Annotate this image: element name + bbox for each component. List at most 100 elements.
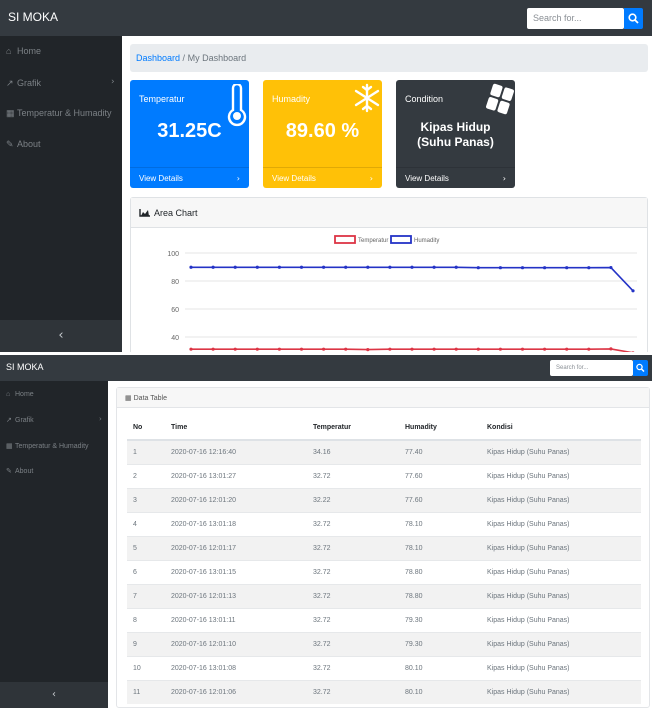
table-row: 11 2020-07-16 12:01:06 32.72 80.10 Kipas Hid… bbox=[127, 679, 641, 704]
column-header-no[interactable]: No bbox=[127, 416, 165, 441]
table-icon: ▦ bbox=[6, 108, 15, 118]
view-details-link[interactable]: View Details › bbox=[263, 167, 382, 188]
data-point bbox=[255, 347, 259, 351]
cell-kondisi: Kipas Hidup (Suhu Panas) bbox=[481, 559, 641, 584]
cell-humadity: 79.30 bbox=[399, 631, 481, 656]
sidebar-item-label: Temperatur & Humadity bbox=[17, 108, 112, 118]
chevron-right-icon: › bbox=[111, 77, 115, 87]
data-point bbox=[211, 265, 215, 269]
humidity-value: 89.60 % bbox=[285, 120, 360, 142]
sidebar-item-home[interactable]: ⌂ Home bbox=[6, 391, 34, 398]
cell-kondisi: Kipas Hidup (Suhu Panas) bbox=[481, 607, 641, 632]
data-point bbox=[344, 265, 348, 269]
table-row: 1 2020-07-16 12:16:40 34.16 77.40 Kipas Hidu… bbox=[127, 439, 641, 464]
data-point bbox=[388, 347, 392, 351]
data-point bbox=[498, 266, 502, 270]
cell-kondisi: Kipas Hidup (Suhu Panas) bbox=[481, 511, 641, 536]
y-tick-label: 60 bbox=[171, 307, 179, 314]
search-button[interactable] bbox=[624, 8, 643, 29]
search-icon bbox=[636, 363, 645, 373]
sidebar-item-grafik[interactable]: ↗ Grafik bbox=[6, 416, 34, 424]
view-details-link[interactable]: View Details › bbox=[130, 167, 249, 188]
column-header-time[interactable]: Time bbox=[165, 416, 307, 441]
cell-kondisi: Kipas Hidup (Suhu Panas) bbox=[481, 487, 641, 512]
data-point bbox=[432, 265, 436, 269]
cell-time: 2020-07-16 13:01:27 bbox=[165, 463, 307, 488]
sidebar-toggle-button[interactable]: ‹ bbox=[0, 682, 108, 708]
sidebar-item-temperatur-humadity[interactable]: ▦ Temperatur & Humadity bbox=[6, 108, 112, 119]
y-tick-label: 40 bbox=[171, 335, 179, 342]
legend-label: Humadity bbox=[414, 238, 439, 244]
data-point bbox=[366, 348, 370, 352]
sidebar: ⌂ Home ↗ Grafik › ▦ Temperatur & Humadity ✎… bbox=[0, 36, 122, 352]
cell-humadity: 80.10 bbox=[399, 655, 481, 680]
data-point bbox=[454, 347, 458, 351]
breadcrumb-link-dashboard[interactable]: Dashboard bbox=[136, 53, 180, 63]
cell-kondisi: Kipas Hidup (Suhu Panas) bbox=[481, 439, 641, 464]
cell-no: 10 bbox=[127, 655, 165, 680]
sidebar-item-about[interactable]: ✎ About bbox=[6, 467, 33, 475]
table-icon: ▦ bbox=[6, 443, 13, 450]
brand-logo[interactable]: SI MOKA bbox=[8, 10, 58, 24]
cell-temperatur: 32.72 bbox=[307, 511, 399, 536]
cell-humadity: 77.60 bbox=[399, 487, 481, 512]
sidebar-toggle-button[interactable]: ‹ bbox=[0, 320, 122, 352]
cell-time: 2020-07-16 12:16:40 bbox=[165, 439, 307, 464]
data-point bbox=[410, 265, 414, 269]
search-button[interactable] bbox=[633, 360, 648, 376]
sidebar-item-label: Temperatur & Humadity bbox=[15, 443, 89, 450]
table-row: 10 2020-07-16 13:01:08 32.72 80.10 Kipas Hid… bbox=[127, 655, 641, 680]
view-details-label: View Details bbox=[139, 174, 183, 183]
data-point bbox=[454, 265, 458, 269]
area-chart-header: Area Chart bbox=[131, 198, 647, 228]
cell-no: 7 bbox=[127, 583, 165, 608]
column-header-kondisi[interactable]: Kondisi bbox=[481, 416, 641, 441]
cell-kondisi: Kipas Hidup (Suhu Panas) bbox=[481, 463, 641, 488]
brand-logo[interactable]: SI MOKA bbox=[6, 362, 44, 372]
cell-humadity: 80.10 bbox=[399, 679, 481, 704]
home-icon: ⌂ bbox=[6, 391, 11, 398]
data-point bbox=[233, 347, 237, 351]
cell-temperatur: 34.16 bbox=[307, 439, 399, 464]
column-header-humadity[interactable]: Humadity bbox=[399, 416, 481, 441]
sidebar-item-label: Grafik bbox=[15, 417, 34, 424]
table-row: 9 2020-07-16 12:01:10 32.72 79.30 Kipas Hidu… bbox=[127, 631, 641, 656]
data-point bbox=[322, 265, 326, 269]
table-icon: ▦ bbox=[125, 394, 132, 402]
data-table: No Time Temperatur Humadity Kondisi 1 202… bbox=[127, 416, 641, 704]
sidebar-item-grafik[interactable]: ↗ Grafik bbox=[6, 78, 41, 89]
cell-no: 2 bbox=[127, 463, 165, 488]
table-row: 7 2020-07-16 12:01:13 32.72 78.80 Kipas Hidu… bbox=[127, 583, 641, 608]
cell-time: 2020-07-16 12:01:06 bbox=[165, 679, 307, 704]
data-table-title: Data Table bbox=[133, 395, 167, 402]
view-details-link[interactable]: View Details › bbox=[396, 167, 515, 188]
fan-icon bbox=[486, 83, 514, 115]
search-input[interactable]: Search for... bbox=[527, 8, 624, 29]
search-input[interactable]: Search for... bbox=[550, 360, 633, 376]
cell-time: 2020-07-16 12:01:17 bbox=[165, 535, 307, 560]
table-row: 3 2020-07-16 12:01:20 32.22 77.60 Kipas Hidu… bbox=[127, 487, 641, 512]
chevron-right-icon: › bbox=[99, 415, 102, 423]
column-header-temperatur[interactable]: Temperatur bbox=[307, 416, 399, 441]
sidebar-item-home[interactable]: ⌂ Home bbox=[6, 46, 41, 56]
cell-humadity: 77.60 bbox=[399, 463, 481, 488]
wrench-icon: ✎ bbox=[6, 139, 14, 149]
cell-temperatur: 32.72 bbox=[307, 583, 399, 608]
cell-humadity: 78.80 bbox=[399, 559, 481, 584]
breadcrumb-current: My Dashboard bbox=[187, 53, 247, 63]
data-point bbox=[520, 266, 525, 270]
sidebar-item-temperatur-humadity[interactable]: ▦ Temperatur & Humadity bbox=[6, 442, 89, 450]
data-point bbox=[299, 265, 304, 269]
humidity-card: Humadity 89.60 % View Details › bbox=[263, 80, 382, 188]
data-point bbox=[410, 347, 414, 351]
area-chart-title: Area Chart bbox=[154, 208, 198, 218]
cell-time: 2020-07-16 12:01:13 bbox=[165, 583, 307, 608]
sidebar-item-about[interactable]: ✎ About bbox=[6, 139, 41, 150]
cell-humadity: 78.80 bbox=[399, 583, 481, 608]
condition-value: Kipas Hidup (Suhu Panas) bbox=[396, 120, 515, 150]
card-title: Humadity bbox=[272, 94, 311, 104]
area-chart-panel: Area Chart 20406080100TemperaturHumadity bbox=[130, 197, 648, 352]
sidebar-item-label: About bbox=[15, 468, 34, 475]
cell-humadity: 79.30 bbox=[399, 607, 481, 632]
cell-no: 9 bbox=[127, 631, 165, 656]
